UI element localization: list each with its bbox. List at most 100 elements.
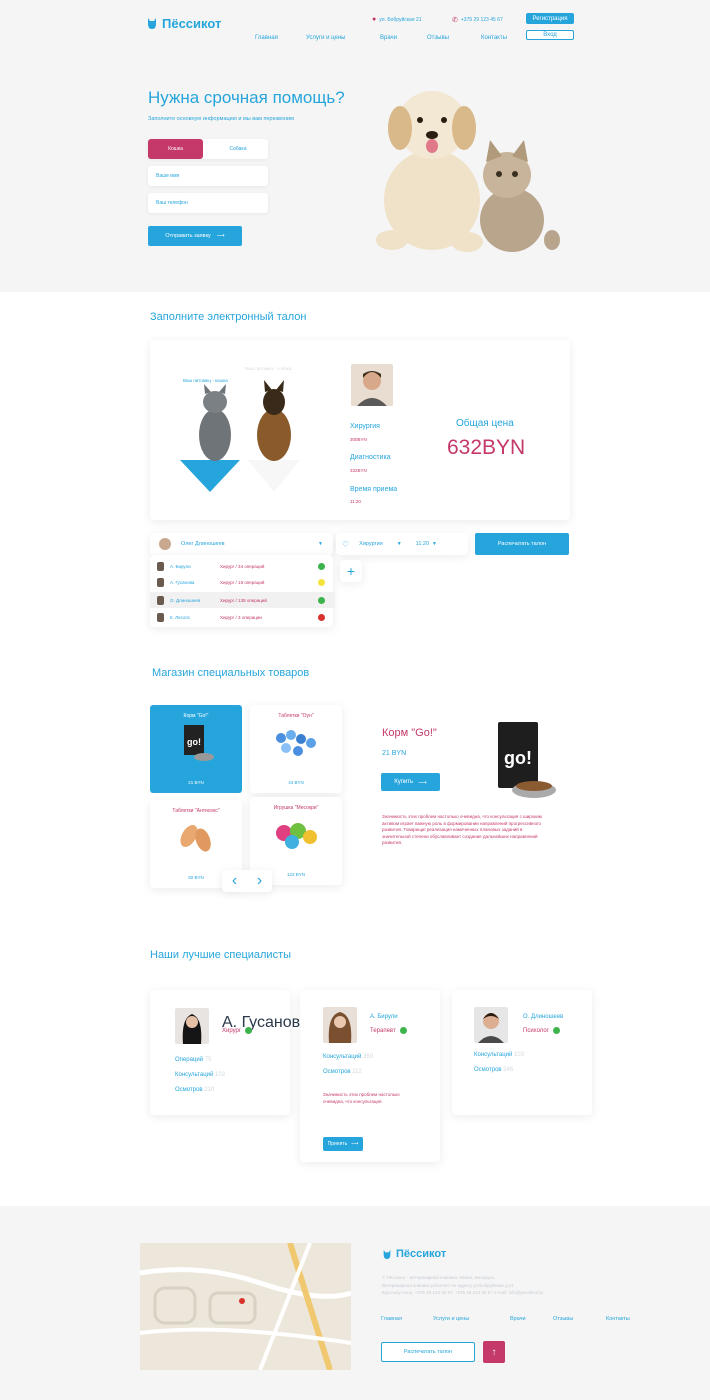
stat-exams: Осмотров 112 [323,1069,362,1075]
product-price: 44 BYN [288,780,304,785]
phone-text: +375 29 123 45 67 [460,17,503,23]
footer-line: © Пёссикот - ветеринарная клиника. Минск… [382,1275,495,1280]
doctor-option[interactable]: А. Бирули Хирург / 34 операций [150,558,335,574]
doctor-avatar [159,538,171,550]
arrow-right-icon: ⟶ [351,1141,359,1147]
location-pin-icon: ● [372,16,377,23]
submit-label: Отправить заявку [165,233,211,239]
location-map[interactable] [140,1243,351,1370]
footer-nav-reviews[interactable]: Отзывы [553,1316,573,1322]
buy-button[interactable]: Купить ⟶ [381,773,440,791]
scroll-up-button[interactable]: ↑ [483,1341,505,1363]
prev-button[interactable]: ‹ [232,872,237,890]
specialist-name: А. Бирули [370,1014,398,1020]
pills-image [276,730,316,756]
product-name: Таблетки "Оун" [278,713,314,719]
status-dot [245,1027,253,1034]
submit-request-button[interactable]: Отправить заявку ⟶ [148,226,242,246]
phone-icon: ✆ [452,17,458,24]
specialist-note: Значимость этих проблем настолько очевид… [323,1092,400,1104]
nav-home[interactable]: Главная [255,35,278,41]
next-button[interactable]: › [257,872,262,890]
footer-line: Круглосуточно, +375 29 123 45 67, +375 4… [382,1290,543,1296]
talon-title: Заполните электронный талон [150,311,307,323]
stat-exams: Осмотров 245 [474,1067,514,1073]
svg-text:go!: go! [504,748,532,768]
doctor-option-info: Хирург / 34 операций [220,563,265,569]
caret-down-icon: ▼ [318,541,323,547]
print-talon-button[interactable]: Распечатать талон [475,533,569,555]
nav-reviews[interactable]: Отзывы [427,35,449,41]
doctor-option-name: К. Лесопс [170,614,191,620]
footer-nav-home[interactable]: Главная [381,1316,402,1322]
product-name: Корм "Go!" [183,713,209,719]
phone[interactable]: ✆ +375 29 123 45 67 [452,16,503,24]
footer-nav-services[interactable]: Услуги и цены [433,1316,469,1322]
doctor-photo [351,364,393,406]
buy-label: Купить [394,779,414,785]
doctor-select-value: Олег Длиношеев [181,541,225,547]
carousel-controls: ‹ › [222,870,272,892]
footer-logo[interactable]: Пёссикот [382,1248,446,1260]
specialist-photo [323,1007,357,1043]
footer-nav-contacts[interactable]: Контакты [606,1316,630,1322]
service-select[interactable]: ♡ Хирургия ▼ 11:20 ▼ [336,533,468,555]
total-value: 632BYN [447,436,526,459]
specialist-name: О. Длиношеев [523,1014,564,1020]
doctor-select[interactable]: Олег Длиношеев ▼ [150,533,333,555]
brand-logo[interactable]: Пёссикот [146,16,221,31]
arrow-right-icon: ⟶ [418,779,427,786]
footer-line: Ветеринарная клиника работает по адресу … [382,1282,514,1288]
doctor-option[interactable]: К. Лесопс Хирург / 3 операции [150,609,335,625]
doctor-option-avatar [157,577,164,587]
doctor-option-name: А. Бирули [170,563,191,569]
cat-icon [383,1249,391,1259]
nav-contacts[interactable]: Контакты [481,35,507,41]
svg-text:go!: go! [187,737,201,747]
product-detail-name: Корм "Go!" [382,727,437,739]
product-card-selected[interactable]: Корм "Go!" go! 21 BYN [150,705,242,793]
add-service-button[interactable]: + [340,560,362,582]
specialist-photo [175,1008,209,1044]
hero-title: Нужна срочная помощь? [148,88,345,107]
shop-title: Магазин специальных товаров [152,667,310,679]
specialist-role: Хирург [222,1027,253,1034]
footer [0,1206,710,1400]
doctor-option-selected[interactable]: О. Длиношеев Хирург / 138 операций [150,592,335,608]
address: ● ул. Бобруйская 21 [372,16,422,23]
stat-ops: Операций 75 [175,1057,212,1063]
service-1-price: 300BYN [350,437,367,442]
status-dot [318,613,325,621]
status-dot [552,1027,560,1034]
doctor-option[interactable]: А. Гусанова Хирург / 15 операций [150,574,335,590]
phone-input[interactable]: Ваш телефон [148,193,268,213]
footer-print-talon-button[interactable]: Распечатать талон [381,1342,475,1362]
product-price: 21 BYN [188,780,204,785]
name-input[interactable]: Ваше имя [148,166,268,186]
hero-subtitle: Заполните основную информацию и мы вам п… [148,116,294,122]
doctor-option-avatar [157,595,164,605]
service-2-price: 332BYN [350,468,367,473]
doctor-option-info: Хирург / 3 операции [220,614,262,620]
product-description: Значимость этих проблем настолько очевид… [382,814,542,846]
food-bag-image: go! [184,725,214,761]
status-dot [318,578,325,586]
toggle-dog[interactable]: Собака [208,139,268,159]
footer-nav-doctors[interactable]: Врачи [510,1316,526,1322]
footer-info: © Пёссикот - ветеринарная клиника. Минск… [382,1274,543,1297]
nav-doctors[interactable]: Врачи [380,35,397,41]
nav-services[interactable]: Услуги и цены [306,35,345,41]
accept-button[interactable]: Принять ⟶ [323,1137,363,1151]
register-button[interactable]: Регистрация [526,13,574,24]
footer-brand-name: Пёссикот [396,1248,447,1260]
toggle-cat[interactable]: Кошка [148,139,203,159]
time-select-value: 11:20 [415,541,430,547]
login-button[interactable]: Вход [526,30,574,40]
status-dot [318,596,325,604]
status-dot [318,562,325,570]
product-card[interactable]: Таблетки "Оун" 44 BYN [250,705,342,793]
specialist-role: Психолог [523,1027,560,1034]
doctor-option-avatar [157,561,164,571]
stat-exams: Осмотров 210 [175,1087,215,1093]
specialist-card [150,990,290,1115]
